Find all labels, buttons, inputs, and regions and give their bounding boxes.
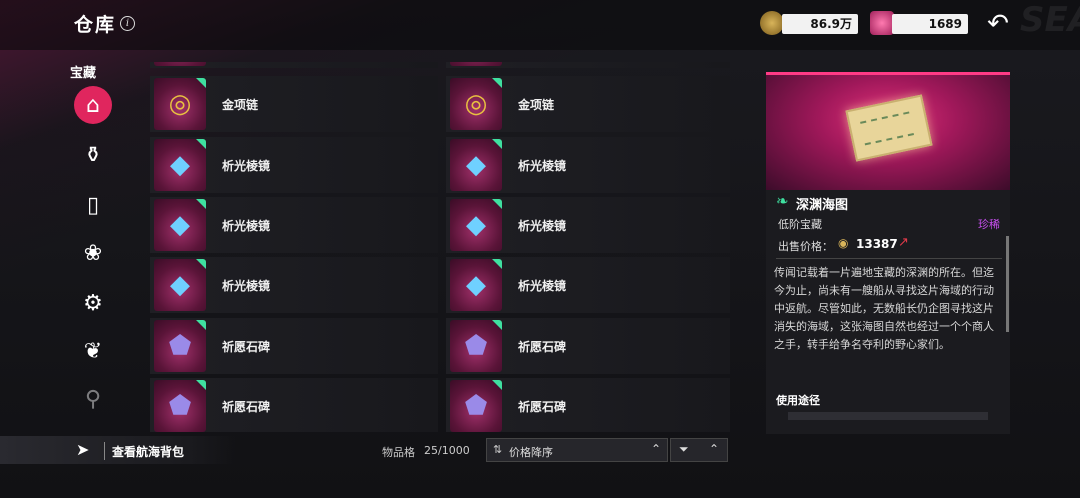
item-cell[interactable]: ◆ 析光棱镜 [150, 137, 438, 193]
category-gear-icon[interactable]: ⚙ [74, 284, 112, 322]
item-cell[interactable]: ◎ 金项链 [150, 76, 438, 132]
rarity-badge: 珍稀 [978, 218, 1000, 231]
gem-balance: 1689 [892, 14, 968, 34]
price-value: 13387 [856, 237, 898, 251]
item-label: 祈愿石碑 [518, 340, 567, 354]
stone-tablet-icon: ⬟ [450, 320, 502, 372]
chevron-up-icon: ⌃ [709, 442, 720, 456]
divider [776, 258, 1002, 259]
view-bag-button[interactable]: ➤ 查看航海背包 [0, 436, 236, 464]
category-scroll-icon[interactable]: ▯ [74, 186, 112, 224]
prism-icon: ◆ [154, 259, 206, 311]
chevron-up-icon: ⌃ [650, 442, 661, 456]
watermark-logo: SEA [1020, 0, 1080, 40]
coin-icon: ◉ [838, 236, 849, 250]
item-cell[interactable]: ◆ 析光棱镜 [150, 257, 438, 313]
filter-button[interactable]: ⏷ ⌃ [670, 438, 728, 462]
item-cell[interactable]: ◆ 析光棱镜 [446, 197, 730, 253]
price-label: 出售价格： [778, 240, 833, 253]
category-bottle-icon[interactable]: ⚱ [74, 136, 112, 174]
necklace-icon: ◎ [450, 78, 502, 130]
detail-hero [766, 72, 1010, 190]
sort-label: 价格降序 [509, 446, 553, 459]
usage-placeholder [788, 412, 988, 420]
stone-tablet-icon: ⬟ [154, 380, 206, 432]
category-herb-icon[interactable]: ❦ [74, 332, 112, 370]
usage-title: 使用途径 [776, 394, 820, 407]
price-trend-icon: ↗ [898, 235, 909, 250]
prism-icon: ◆ [450, 259, 502, 311]
description-scrollbar[interactable] [1006, 236, 1009, 332]
item-cell-partial[interactable] [150, 62, 438, 68]
item-label: 祈愿石碑 [222, 340, 271, 354]
info-icon[interactable]: i [120, 16, 135, 31]
filter-icon: ⏷ [679, 442, 689, 456]
necklace-icon: ◎ [154, 78, 206, 130]
category-flower-icon[interactable]: ❀ [74, 234, 112, 272]
item-cell[interactable]: ◆ 析光棱镜 [446, 137, 730, 193]
prism-icon: ◆ [154, 139, 206, 191]
item-cell-partial[interactable] [446, 62, 730, 68]
item-cell[interactable]: ◎ 金项链 [446, 76, 730, 132]
sort-dropdown[interactable]: ⇅ 价格降序 ⌃ [486, 438, 668, 462]
item-cell[interactable]: ◆ 析光棱镜 [446, 257, 730, 313]
arrow-right-icon: ➤ [76, 440, 90, 459]
stone-tablet-icon: ⬟ [450, 380, 502, 432]
page-title: 仓库 [74, 14, 117, 36]
detail-panel: ❧ 深渊海图 低阶宝藏 珍稀 出售价格： ◉ 13387 ↗ 传闻记载着一片遍地… [766, 72, 1010, 434]
item-cell[interactable]: ⬟ 祈愿石碑 [446, 318, 730, 374]
prism-icon: ◆ [450, 139, 502, 191]
prism-icon: ◆ [450, 199, 502, 251]
category-shovel-icon[interactable]: ⚲ [74, 380, 112, 418]
item-grid: ◎ 金项链 ◎ 金项链 ◆ 析光棱镜 ◆ 析光棱镜 ◆ 析光棱镜 ◆ 析光棱镜 … [150, 62, 730, 432]
detail-item-type: 低阶宝藏 [778, 218, 822, 231]
stone-tablet-icon: ⬟ [154, 320, 206, 372]
sidebar-title: 宝藏 [70, 66, 97, 81]
item-cell[interactable]: ⬟ 祈愿石碑 [150, 318, 438, 374]
prism-icon: ◆ [154, 199, 206, 251]
item-description: 传闻记载着一片遍地宝藏的深渊的所在。但迄今为止，尚未有一艘船从寻找这片海域的行动… [774, 266, 994, 351]
item-label: 金项链 [518, 98, 555, 112]
item-cell[interactable]: ⬟ 祈愿石碑 [150, 378, 438, 432]
item-label: 析光棱镜 [222, 279, 271, 293]
separator [104, 442, 105, 460]
item-label: 祈愿石碑 [518, 400, 567, 414]
view-bag-label: 查看航海背包 [112, 445, 185, 459]
top-bar: 仓库 i SEA 86.9万 1689 ↶ [0, 0, 1080, 50]
item-label: 金项链 [222, 98, 259, 112]
detail-item-name: 深渊海图 [796, 198, 849, 213]
item-label: 析光棱镜 [518, 279, 567, 293]
item-label: 祈愿石碑 [222, 400, 271, 414]
item-label: 析光棱镜 [518, 219, 567, 233]
item-thumbnail [450, 62, 502, 66]
item-cell[interactable]: ⬟ 祈愿石碑 [446, 378, 730, 432]
sea-map-image [845, 94, 933, 162]
bottom-bar: ➤ 查看航海背包 物品格 25/1000 ⇅ 价格降序 ⌃ ⏷ ⌃ [0, 434, 1080, 468]
item-thumbnail [154, 62, 206, 66]
item-cell[interactable]: ◆ 析光棱镜 [150, 197, 438, 253]
gold-coin-icon [760, 11, 784, 35]
boot-icon: ❧ [776, 192, 789, 210]
item-label: 析光棱镜 [518, 159, 567, 173]
gem-icon [870, 11, 894, 35]
item-label: 析光棱镜 [222, 159, 271, 173]
slots-label: 物品格 [382, 446, 415, 459]
item-label: 析光棱镜 [222, 219, 271, 233]
category-treasure-icon[interactable]: ⌂ [74, 86, 112, 124]
sort-icon: ⇅ [493, 443, 503, 456]
slots-value: 25/1000 [424, 444, 470, 457]
gold-balance: 86.9万 [782, 14, 858, 34]
back-button[interactable]: ↶ [982, 10, 1014, 38]
